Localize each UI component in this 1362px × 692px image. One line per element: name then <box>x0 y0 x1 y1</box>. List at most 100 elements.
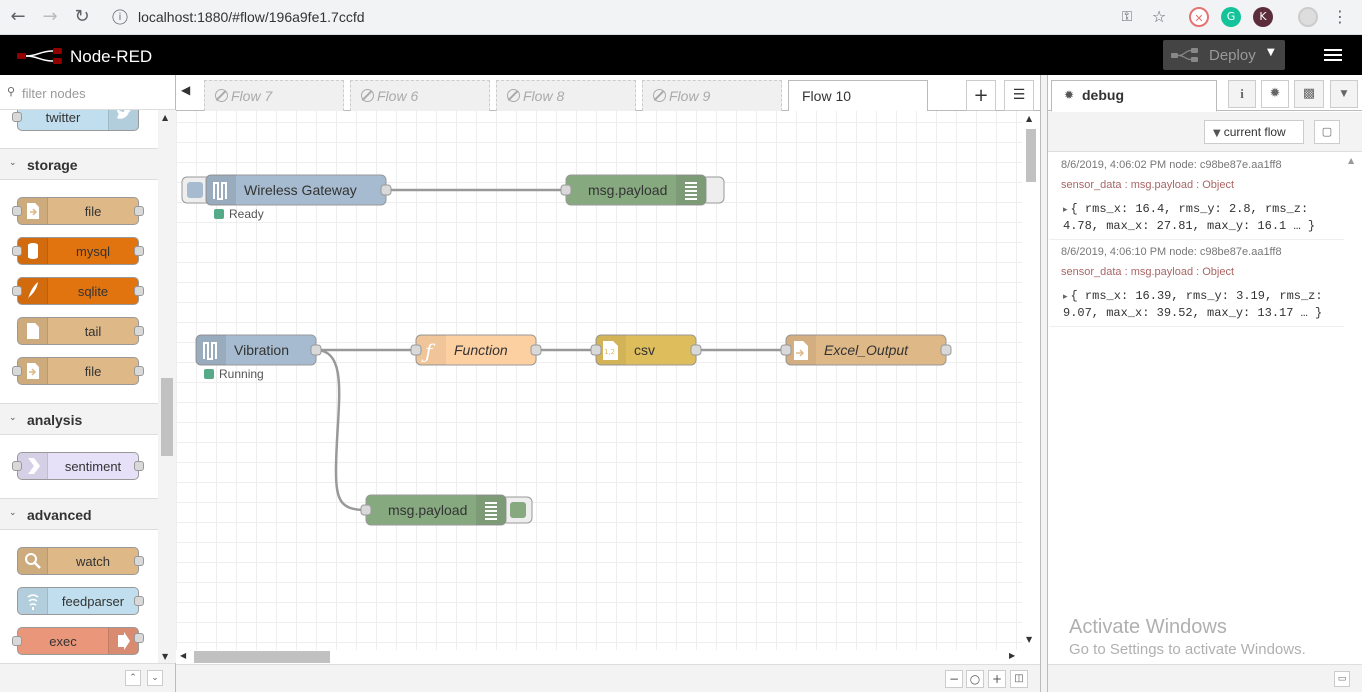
key-icon[interactable]: ⚿ <box>1117 7 1137 27</box>
chevron-down-icon[interactable]: ▼ <box>1330 80 1358 108</box>
forward-icon[interactable]: → <box>38 6 62 28</box>
scroll-down-icon[interactable]: ▼ <box>1026 635 1032 644</box>
input-port[interactable] <box>590 344 602 356</box>
tab-flow-6[interactable]: Flow 6 <box>350 80 490 111</box>
expand-caret-icon[interactable]: ▸ <box>1063 205 1068 215</box>
main-menu-button[interactable] <box>1318 43 1346 67</box>
extension-k-icon[interactable]: K <box>1253 7 1273 27</box>
browser-menu-icon[interactable]: ⋮ <box>1330 7 1350 27</box>
inject-button-face[interactable] <box>187 182 203 198</box>
back-icon[interactable]: ← <box>6 6 30 28</box>
zoom-out-button[interactable]: − <box>945 670 963 688</box>
palette-category-advanced[interactable]: ⌄ advanced <box>0 498 158 530</box>
deploy-options-caret-icon[interactable]: ▼ <box>1267 47 1275 58</box>
palette-node-file-in[interactable]: file <box>12 357 144 385</box>
node-function[interactable]: ƒ Function <box>410 334 542 366</box>
palette-node-exec[interactable]: exec <box>12 627 144 655</box>
palette-node-sqlite[interactable]: sqlite <box>12 277 144 305</box>
palette-category-analysis[interactable]: ⌄ analysis <box>0 403 158 435</box>
popout-icon[interactable]: ▭ <box>1334 671 1350 687</box>
navigator-button[interactable]: ◫ <box>1010 670 1028 688</box>
input-port[interactable] <box>12 246 22 256</box>
debug-toggle-face[interactable] <box>510 502 526 518</box>
output-port[interactable] <box>310 344 322 356</box>
tab-debug[interactable]: ✹ debug <box>1051 80 1217 112</box>
node-debug-msg-payload-1[interactable]: msg.payload <box>560 174 725 206</box>
tab-flow-9[interactable]: Flow 9 <box>642 80 782 111</box>
message-body[interactable]: ▸{ rms_x: 16.39, rms_y: 3.19, rms_z: 9.0… <box>1063 288 1343 321</box>
input-port[interactable] <box>560 184 572 196</box>
scroll-down-icon[interactable]: ▼ <box>162 652 168 661</box>
palette-node-file-out[interactable]: file <box>12 197 144 225</box>
deploy-button[interactable]: Deploy ▼ <box>1163 40 1285 70</box>
node-csv[interactable]: 1,2 csv <box>590 334 702 366</box>
palette-node-twitter[interactable]: twitter <box>12 110 139 131</box>
palette-node-sentiment[interactable]: sentiment <box>12 452 144 480</box>
current-flow-filter-button[interactable]: ▼ current flow <box>1204 120 1304 144</box>
palette-node-tail[interactable]: tail <box>17 317 144 345</box>
debug-message[interactable]: 8/6/2019, 4:06:10 PM node: c98be87e.aa1f… <box>1048 240 1344 327</box>
output-port[interactable] <box>530 344 542 356</box>
flow-diagram[interactable]: Wireless Gateway Ready msg.payload Vibra… <box>176 111 1022 650</box>
palette-search-input[interactable]: filter nodes <box>22 86 86 101</box>
output-port[interactable] <box>134 633 144 643</box>
scroll-up-icon[interactable]: ▲ <box>1026 114 1032 123</box>
output-port[interactable] <box>134 286 144 296</box>
input-port[interactable] <box>12 286 22 296</box>
tab-flow-10[interactable]: Flow 10 <box>788 80 928 112</box>
bookmark-star-icon[interactable]: ☆ <box>1149 7 1169 27</box>
output-port[interactable] <box>134 246 144 256</box>
scroll-up-icon[interactable]: ▲ <box>1348 156 1354 165</box>
list-flows-button[interactable]: ☰ <box>1004 80 1034 111</box>
zoom-reset-button[interactable]: ○ <box>966 670 984 688</box>
dashboard-chart-icon[interactable]: ▩ <box>1294 80 1324 108</box>
debug-message[interactable]: 8/6/2019, 4:06:02 PM node: c98be87e.aa1f… <box>1048 153 1344 240</box>
scroll-up-icon[interactable]: ▲ <box>162 113 168 122</box>
node-debug-msg-payload-2[interactable]: msg.payload <box>360 494 533 526</box>
collapse-all-icon[interactable]: ⌃ <box>125 670 141 686</box>
output-port[interactable] <box>134 596 144 606</box>
output-port[interactable] <box>940 344 952 356</box>
palette-category-storage[interactable]: ⌄ storage <box>0 148 158 180</box>
profile-avatar-icon[interactable] <box>1298 7 1318 27</box>
canvas-vertical-scrollbar[interactable]: ▲ ▼ <box>1022 111 1040 650</box>
output-port[interactable] <box>380 184 392 196</box>
input-port[interactable] <box>12 636 22 646</box>
node-vibration[interactable]: Vibration Running <box>195 334 322 381</box>
input-port[interactable] <box>12 461 22 471</box>
input-port[interactable] <box>360 504 372 516</box>
canvas-vscroll-thumb[interactable] <box>1026 129 1036 182</box>
site-info-icon[interactable]: i <box>112 9 128 25</box>
output-port[interactable] <box>134 556 144 566</box>
info-icon[interactable]: i <box>1228 80 1256 108</box>
node-wireless-gateway[interactable]: Wireless Gateway Ready <box>181 174 392 221</box>
debug-scrollbar[interactable]: ▲ <box>1344 153 1362 653</box>
reload-icon[interactable]: ↻ <box>70 6 94 28</box>
expand-caret-icon[interactable]: ▸ <box>1063 292 1068 302</box>
debug-toggle-face[interactable] <box>706 182 718 198</box>
tabs-scroll-left-icon[interactable]: ◀ <box>181 83 190 97</box>
output-port[interactable] <box>134 366 144 376</box>
sidebar-splitter[interactable] <box>1040 75 1048 692</box>
output-port[interactable] <box>134 326 144 336</box>
canvas-hscroll-thumb[interactable] <box>194 651 330 663</box>
extension-grammarly-icon[interactable]: G <box>1221 7 1241 27</box>
tab-flow-7[interactable]: Flow 7 <box>204 80 344 111</box>
palette-scrollbar[interactable]: ▲ ▼ <box>158 110 176 663</box>
message-body[interactable]: ▸{ rms_x: 16.4, rms_y: 2.8, rms_z: 4.78,… <box>1063 201 1343 234</box>
expand-all-icon[interactable]: ⌄ <box>147 670 163 686</box>
extension-adblock-icon[interactable]: ✕ <box>1189 7 1209 27</box>
palette-scroll-thumb[interactable] <box>161 378 173 456</box>
input-port[interactable] <box>780 344 792 356</box>
input-port[interactable] <box>410 344 422 356</box>
input-port[interactable] <box>12 366 22 376</box>
palette-node-feedparser[interactable]: feedparser <box>17 587 144 615</box>
scroll-right-icon[interactable]: ▶ <box>1009 651 1015 660</box>
palette-node-watch[interactable]: watch <box>17 547 144 575</box>
clear-messages-button[interactable]: ▢ <box>1314 120 1340 144</box>
node-excel-output[interactable]: Excel_Output <box>780 334 952 366</box>
canvas-horizontal-scrollbar[interactable]: ◀ ▶ <box>176 650 1022 664</box>
input-port[interactable] <box>12 206 22 216</box>
scroll-left-icon[interactable]: ◀ <box>180 651 186 660</box>
output-port[interactable] <box>134 461 144 471</box>
